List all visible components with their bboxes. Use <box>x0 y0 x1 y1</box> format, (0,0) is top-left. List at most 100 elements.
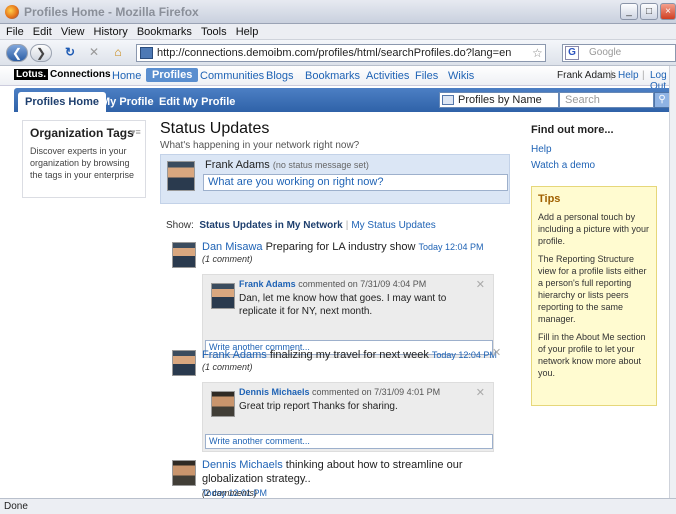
avatar <box>211 391 235 417</box>
menu-view[interactable]: View <box>61 24 85 40</box>
entry-author[interactable]: Dennis Michaels <box>202 459 283 471</box>
avatar <box>172 350 196 376</box>
page-scrollbar[interactable] <box>669 66 676 498</box>
comment-text: Dan, let me know how that goes. I may wa… <box>239 293 447 317</box>
status-input[interactable]: What are you working on right now? <box>203 174 508 191</box>
nav-files[interactable]: Files <box>415 70 438 82</box>
status-entry: Frank Adams finalizing my travel for nex… <box>172 346 502 452</box>
tips-title: Tips <box>538 193 561 205</box>
organization-tags-title: Organization Tags <box>30 126 134 140</box>
menu-tools[interactable]: Tools <box>201 24 227 40</box>
maximize-icon[interactable]: □ <box>640 3 658 20</box>
comment-count[interactable]: (2 comments) <box>202 488 257 498</box>
nav-blogs[interactable]: Blogs <box>266 70 294 82</box>
page-subtitle: What's happening in your network right n… <box>160 140 360 151</box>
separator: | <box>642 70 645 81</box>
nav-home[interactable]: Home <box>112 70 141 82</box>
menu-history[interactable]: History <box>94 24 128 40</box>
compose-user: Frank Adams (no status message set) <box>205 159 369 171</box>
entry-time[interactable]: Today 12:04 PM <box>432 350 497 360</box>
close-window-icon[interactable]: × <box>660 3 676 20</box>
tip-item: Add a personal touch by including a pict… <box>538 212 650 246</box>
nav-profiles[interactable]: Profiles <box>146 68 199 82</box>
google-icon: G <box>565 46 579 60</box>
stop-icon[interactable]: ✕ <box>84 44 104 62</box>
forward-icon[interactable]: ❯ <box>30 44 52 62</box>
tab-profiles-home[interactable]: Profiles Home <box>18 92 106 112</box>
avatar <box>172 460 196 486</box>
profiles-tab-bar: Profiles Home My Profile Edit My Profile… <box>14 88 676 112</box>
comment-text: Great trip report Thanks for sharing. <box>239 401 398 412</box>
filter-network[interactable]: Status Updates in My Network <box>199 220 342 231</box>
panel-menu-icon[interactable]: ▾≡ <box>131 127 141 138</box>
browser-search-input[interactable]: G Google <box>562 44 676 62</box>
help-link[interactable]: Help <box>618 70 639 81</box>
tab-edit-my-profile[interactable]: Edit My Profile <box>152 92 242 112</box>
help-link-side[interactable]: Help <box>531 144 552 155</box>
entry-time[interactable]: Today 12:04 PM <box>418 242 483 252</box>
delete-comment-icon[interactable]: ✕ <box>476 278 485 291</box>
avatar <box>172 242 196 268</box>
organization-tags-panel: Organization Tags ▾≡ Discover experts in… <box>22 120 146 198</box>
navigation-toolbar: ❮ ❯ ↻ ✕ ⌂ http://connections.demoibm.com… <box>0 40 676 66</box>
window-titlebar: Profiles Home - Mozilla Firefox _ □ × <box>0 0 676 24</box>
comment-box: Dennis Michaels commented on 7/31/09 4:0… <box>202 382 494 452</box>
filter-my-updates[interactable]: My Status Updates <box>351 220 435 231</box>
comment-count[interactable]: (1 comment) <box>202 362 253 372</box>
directory-icon <box>442 95 454 105</box>
status-compose-box: Frank Adams (no status message set) What… <box>160 154 510 204</box>
bookmark-star-icon[interactable]: ☆ <box>532 46 543 60</box>
menu-edit[interactable]: Edit <box>33 24 52 40</box>
comment-box: Frank Adams commented on 7/31/09 4:04 PM… <box>202 274 494 358</box>
firefox-icon <box>5 5 19 19</box>
search-icon: ⚲ <box>658 94 666 105</box>
comment-author[interactable]: Frank Adams <box>239 279 296 289</box>
delete-status-icon[interactable]: ✕ <box>492 346 501 359</box>
browser-status-bar: Done <box>0 498 676 514</box>
status-filter: Show: Status Updates in My Network | My St… <box>166 220 436 231</box>
entry-text: Preparing for LA industry show <box>265 241 416 253</box>
url-text: http://connections.demoibm.com/profiles/… <box>157 47 512 59</box>
menu-bar: File Edit View History Bookmarks Tools H… <box>0 24 676 40</box>
url-bar[interactable]: http://connections.demoibm.com/profiles/… <box>136 44 546 62</box>
search-scope-value: Profiles by Name <box>458 94 542 106</box>
page-title: Status Updates <box>160 120 270 137</box>
chevron-down-icon[interactable]: ▼ <box>548 96 556 105</box>
nav-activities[interactable]: Activities <box>366 70 409 82</box>
status-entry: Dan Misawa Preparing for LA industry sho… <box>172 240 502 358</box>
watch-demo-link[interactable]: Watch a demo <box>531 160 595 171</box>
site-icon <box>140 47 153 59</box>
comment-author[interactable]: Dennis Michaels <box>239 387 310 397</box>
home-icon[interactable]: ⌂ <box>108 44 128 62</box>
browser-search-placeholder: Google <box>589 47 622 58</box>
minimize-icon[interactable]: _ <box>620 3 638 20</box>
menu-help[interactable]: Help <box>236 24 259 40</box>
nav-wikis[interactable]: Wikis <box>448 70 474 82</box>
nav-bookmarks[interactable]: Bookmarks <box>305 70 360 82</box>
menu-bookmarks[interactable]: Bookmarks <box>137 24 192 40</box>
avatar <box>211 283 235 309</box>
comment-count[interactable]: (1 comment) <box>202 254 253 264</box>
find-out-more-title: Find out more... <box>531 124 614 136</box>
search-button[interactable]: ⚲ <box>654 92 670 108</box>
user-name[interactable]: Frank Adams <box>557 70 616 81</box>
status-entry: Dennis Michaels thinking about how to st… <box>172 458 502 498</box>
profile-search-input[interactable]: Search <box>559 92 654 108</box>
nav-communities[interactable]: Communities <box>200 70 264 82</box>
entry-author[interactable]: Frank Adams <box>202 349 267 361</box>
delete-comment-icon[interactable]: ✕ <box>476 386 485 399</box>
organization-tags-text: Discover experts in your organization by… <box>30 146 135 180</box>
reload-icon[interactable]: ↻ <box>60 44 80 62</box>
tip-item: The Reporting Structure view for a profi… <box>538 254 647 324</box>
tab-my-profile[interactable]: My Profile <box>94 92 161 112</box>
entry-author[interactable]: Dan Misawa <box>202 241 263 253</box>
avatar <box>167 161 195 191</box>
back-icon[interactable]: ❮ <box>6 44 28 62</box>
menu-file[interactable]: File <box>6 24 24 40</box>
search-scope-select[interactable]: Profiles by Name <box>439 92 559 108</box>
page-content: Lotus. Connections Home Profiles Communit… <box>0 66 676 498</box>
lotus-connections-logo: Lotus. Connections <box>14 69 111 80</box>
status-note: (no status message set) <box>272 160 369 170</box>
write-comment-input[interactable]: Write another comment... <box>205 434 493 449</box>
window-title: Profiles Home - Mozilla Firefox <box>24 5 199 19</box>
